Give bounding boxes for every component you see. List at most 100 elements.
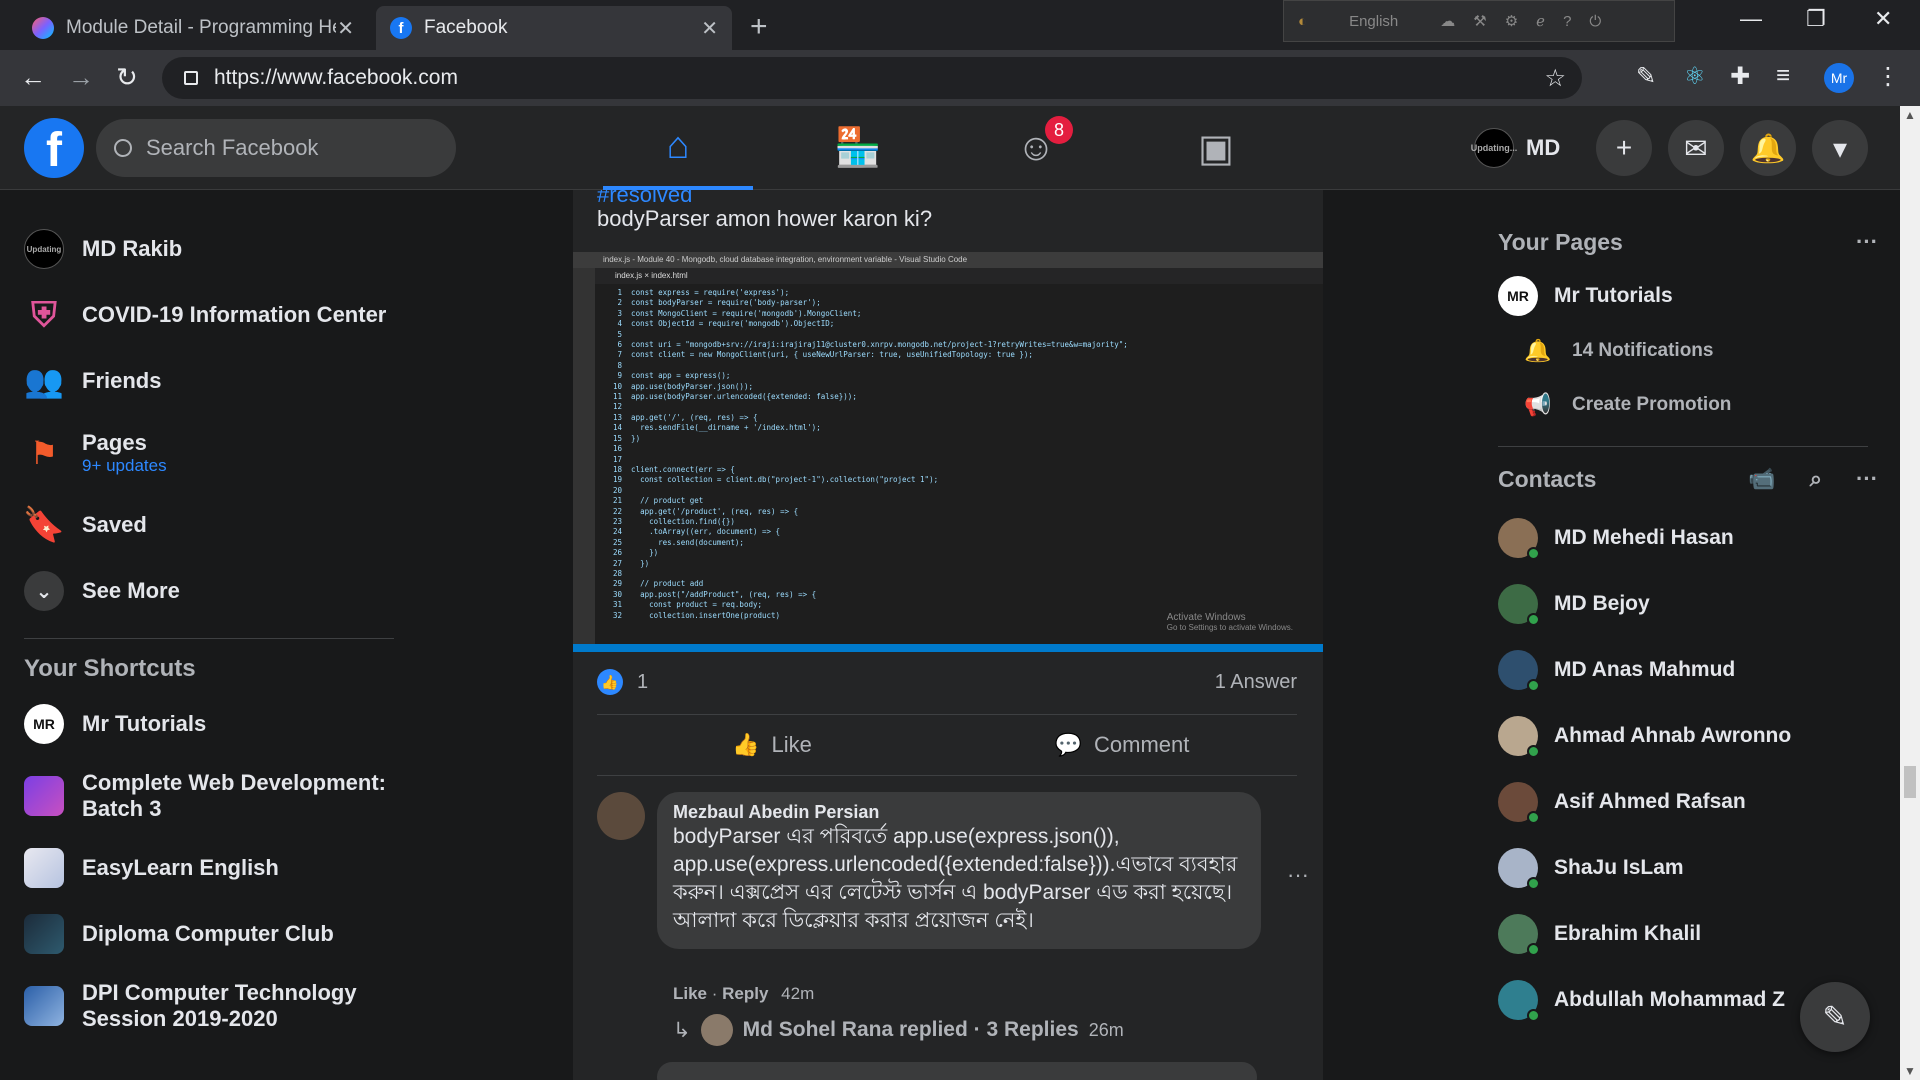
browser-profile-avatar[interactable]: Mr — [1824, 63, 1854, 93]
sidebar-item-pages[interactable]: ⚑ Pages 9+ updates — [12, 414, 412, 492]
comment-like-link[interactable]: Like — [673, 984, 707, 1003]
shortcut-diploma-computer-club[interactable]: Diploma Computer Club — [12, 901, 412, 967]
extension-pen-icon[interactable]: ✎ — [1636, 62, 1656, 91]
nav-marketplace-icon[interactable]: 🏪 — [783, 106, 933, 190]
language-label[interactable]: English — [1349, 13, 1398, 30]
create-promotion[interactable]: 📢 Create Promotion — [1498, 378, 1878, 432]
close-tab-icon[interactable]: ✕ — [701, 16, 718, 41]
nav-home-icon[interactable]: ⌂ — [603, 106, 753, 190]
commenter-avatar[interactable] — [597, 792, 645, 840]
shortcut-label-line2: Session 2019-2020 — [82, 1006, 278, 1031]
contact-name: Asif Ahmed Rafsan — [1554, 790, 1746, 813]
page-mr-tutorials[interactable]: MR Mr Tutorials — [1498, 268, 1878, 324]
pages-options-icon[interactable]: ··· — [1856, 229, 1878, 255]
tray-power-icon[interactable]: ⏻ — [1589, 13, 1601, 30]
nav-groups-icon[interactable]: ☺ 8 — [961, 106, 1111, 190]
close-window-icon[interactable]: ✕ — [1874, 6, 1892, 32]
contact-item[interactable]: MD Bejoy — [1498, 571, 1878, 637]
contact-item[interactable]: Ebrahim Khalil — [1498, 901, 1878, 967]
browser-tab-facebook[interactable]: f Facebook ✕ — [376, 6, 732, 50]
back-arrow-icon[interactable]: ← — [20, 62, 46, 93]
left-sidebar: Updating MD Rakib ⛨ COVID-19 Information… — [12, 216, 412, 1045]
minimize-window-icon[interactable]: — — [1740, 6, 1762, 32]
like-button[interactable]: 👍 Like — [597, 715, 947, 775]
tray-app-icon[interactable]: ◐ — [1298, 13, 1307, 30]
avatar — [700, 1014, 733, 1046]
tray-help-icon[interactable]: ? — [1563, 13, 1571, 30]
sidebar-item-see-more[interactable]: ⌄ See More — [12, 558, 412, 624]
create-plus-icon[interactable]: + — [1596, 120, 1652, 176]
contacts-options-icon[interactable]: ··· — [1856, 466, 1878, 492]
contact-item[interactable]: Ahmad Ahnab Awronno — [1498, 703, 1878, 769]
contact-list: MD Mehedi Hasan MD Bejoy MD Anas Mahmud … — [1498, 505, 1878, 1033]
activate-windows-watermark: Activate Windows Go to Settings to activ… — [1167, 612, 1293, 632]
facebook-logo-icon[interactable]: f — [24, 118, 84, 178]
page-notifications[interactable]: 🔔 14 Notifications — [1498, 324, 1878, 378]
sidebar-item-friends[interactable]: 👥 Friends — [12, 348, 412, 414]
comment-options-icon[interactable]: ··· — [1287, 862, 1309, 888]
shortcut-mr-tutorials[interactable]: MR Mr Tutorials — [12, 691, 412, 757]
tray-settings-icon[interactable]: ⚙ — [1505, 12, 1518, 30]
shortcut-dpi-computer-technology[interactable]: DPI Computer Technology Session 2019-202… — [12, 967, 412, 1045]
sidebar-item-saved[interactable]: 🔖 Saved — [12, 492, 412, 558]
new-message-compose-icon[interactable]: ✎ — [1800, 982, 1870, 1052]
nav-gaming-icon[interactable]: ▣ — [1141, 106, 1291, 190]
page-scrollbar[interactable]: ▲ ▼ — [1900, 106, 1920, 1080]
scroll-up-icon[interactable]: ▲ — [1904, 108, 1916, 122]
comment-author[interactable]: Mezbaul Abedin Persian — [673, 802, 1245, 823]
tray-tool-icon[interactable]: ⚒ — [1473, 12, 1486, 30]
notifications-bell-icon[interactable]: 🔔 — [1740, 120, 1796, 176]
close-tab-icon[interactable]: ✕ — [337, 16, 354, 41]
address-bar[interactable]: https://www.facebook.com ☆ — [162, 57, 1582, 99]
sidebar-item-covid[interactable]: ⛨ COVID-19 Information Center — [12, 282, 412, 348]
sidebar-item-label: See More — [82, 578, 180, 603]
like-count[interactable]: 1 — [637, 671, 648, 694]
comment-reply-link[interactable]: Reply — [722, 984, 768, 1003]
groups-notification-badge: 8 — [1045, 116, 1073, 144]
video-call-icon[interactable]: 📹 — [1748, 466, 1775, 492]
browser-menu-icon[interactable]: ⋮ — [1876, 62, 1900, 91]
forward-arrow-icon[interactable]: → — [68, 62, 94, 93]
search-icon[interactable]: ⌕ — [1810, 466, 1822, 492]
restore-window-icon[interactable]: ❐ — [1806, 6, 1826, 32]
online-indicator — [1527, 877, 1540, 890]
replies-text: Md Sohel Rana replied · 3 Replies — [742, 1018, 1079, 1041]
react-devtools-icon[interactable]: ⚛ — [1684, 62, 1706, 91]
editor-activity-bar — [573, 268, 595, 644]
group-thumbnail — [24, 848, 64, 888]
feed-post: #resolved bodyParser amon hower karon ki… — [573, 190, 1323, 1080]
comment-button[interactable]: 💬 Comment — [947, 715, 1297, 775]
search-facebook-input[interactable]: Search Facebook — [96, 119, 456, 177]
new-tab-button[interactable]: + — [750, 10, 768, 44]
scrollbar-thumb[interactable] — [1904, 766, 1916, 798]
messenger-icon[interactable]: ✉ — [1668, 120, 1724, 176]
bookmark-icon: 🔖 — [22, 506, 66, 544]
shortcut-easylearn-english[interactable]: EasyLearn English — [12, 835, 412, 901]
scroll-down-icon[interactable]: ▼ — [1904, 1064, 1916, 1078]
contact-item[interactable]: MD Mehedi Hasan — [1498, 505, 1878, 571]
online-indicator — [1527, 547, 1540, 560]
promotion-label: Create Promotion — [1572, 394, 1732, 415]
comment-label: Comment — [1094, 732, 1190, 757]
reload-icon[interactable]: ↻ — [116, 62, 138, 93]
view-replies[interactable]: ↳ Md Sohel Rana replied · 3 Replies 26m — [673, 1014, 1124, 1046]
sidebar-item-profile[interactable]: Updating MD Rakib — [12, 216, 412, 282]
your-pages-header: Your Pages ··· — [1498, 216, 1878, 268]
contact-item[interactable]: ShaJu IsLam — [1498, 835, 1878, 901]
post-screenshot-image[interactable]: index.js - Module 40 - Mongodb, cloud da… — [573, 252, 1323, 652]
media-queue-icon[interactable]: ≡ — [1776, 62, 1790, 90]
tray-edge-icon[interactable]: ℯ — [1536, 12, 1545, 30]
answers-count[interactable]: 1 Answer — [1215, 671, 1297, 694]
contact-item[interactable]: Asif Ahmed Rafsan — [1498, 769, 1878, 835]
tray-cloud-icon[interactable]: ☁ — [1440, 12, 1455, 30]
right-divider — [1498, 446, 1868, 447]
profile-chip[interactable]: Updating... MD — [1471, 122, 1560, 174]
account-menu-chevron-icon[interactable]: ▾ — [1812, 120, 1868, 176]
shortcut-web-development[interactable]: Complete Web Development: Batch 3 — [12, 757, 412, 835]
extensions-puzzle-icon[interactable]: ✚ — [1730, 62, 1750, 91]
notifications-label: 14 Notifications — [1572, 340, 1714, 361]
contact-item[interactable]: MD Anas Mahmud — [1498, 637, 1878, 703]
shortcut-label: EasyLearn English — [82, 855, 279, 880]
bookmark-star-icon[interactable]: ☆ — [1544, 64, 1566, 93]
browser-tab-module-detail[interactable]: Module Detail - Programming He ✕ — [18, 6, 368, 50]
